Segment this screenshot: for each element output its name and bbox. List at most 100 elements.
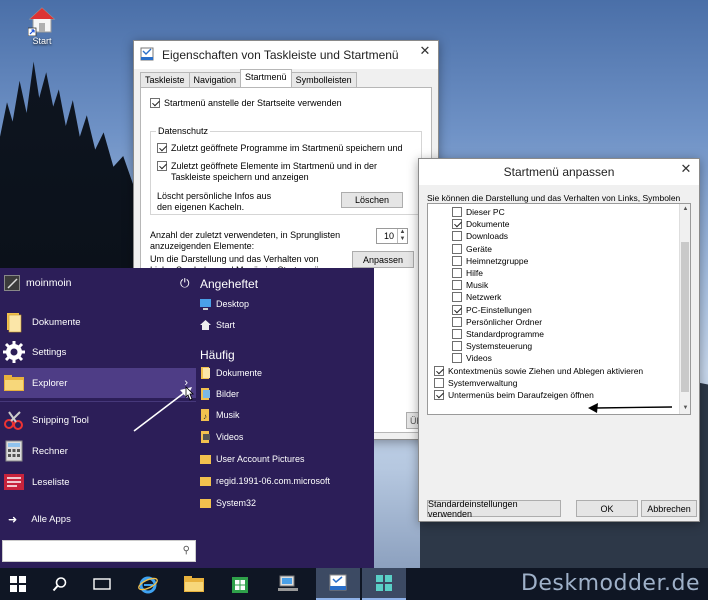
- app-icon: [140, 47, 154, 64]
- user-account[interactable]: moinmoin: [4, 275, 72, 291]
- customize-button[interactable]: Anpassen: [352, 251, 414, 268]
- mouse-cursor-icon: [185, 386, 194, 401]
- taskbar-properties-button[interactable]: [316, 568, 360, 600]
- frequent-item-bilder[interactable]: Bilder: [200, 387, 239, 401]
- scroll-up-icon[interactable]: ▲: [680, 204, 690, 215]
- option-item[interactable]: Geräte: [452, 243, 492, 255]
- cancel-button[interactable]: Abbrechen: [641, 500, 697, 517]
- pinned-item-start[interactable]: Start: [200, 318, 235, 332]
- tab-navigation[interactable]: Navigation: [188, 72, 242, 87]
- start-button[interactable]: [0, 568, 36, 600]
- taskbar-ie-button[interactable]: [130, 568, 166, 600]
- close-icon: ✕: [680, 161, 692, 176]
- scroll-down-icon[interactable]: ▼: [680, 403, 690, 414]
- recent-items-checkbox[interactable]: [157, 161, 167, 171]
- jumplist-text: Anzahl der zuletzt verwendeten, in Sprun…: [150, 230, 364, 252]
- option-item[interactable]: Standardprogramme: [452, 328, 544, 340]
- taskbar-store-button[interactable]: [222, 568, 258, 600]
- option-item[interactable]: Netzwerk: [452, 291, 501, 303]
- frequent-item-videos[interactable]: Videos: [200, 430, 243, 444]
- search-icon[interactable]: ⚲: [183, 545, 190, 556]
- option-item[interactable]: Dokumente: [452, 218, 509, 230]
- close-button[interactable]: ✕: [673, 159, 699, 179]
- option-checkbox[interactable]: [452, 292, 462, 303]
- frequent-item-user-account-pictures[interactable]: User Account Pictures: [200, 452, 305, 466]
- pinned-item-desktop[interactable]: Desktop: [200, 297, 249, 311]
- option-checkbox[interactable]: [452, 219, 462, 230]
- frequent-item-system32[interactable]: System32: [200, 496, 256, 510]
- recent-programs-option[interactable]: Zuletzt geöffnete Programme im Startmenü…: [157, 143, 415, 154]
- start-item-rechner[interactable]: Rechner: [0, 436, 196, 466]
- start-item-leseliste[interactable]: Leseliste: [0, 467, 196, 497]
- taskbar-explorer-button[interactable]: [176, 568, 212, 600]
- option-label: Systemsteuerung: [466, 341, 533, 352]
- privacy-groupbox: Datenschutz Zuletzt geöffnete Programme …: [150, 126, 422, 215]
- option-checkbox[interactable]: [452, 255, 462, 266]
- store-icon: [232, 577, 248, 593]
- option-checkbox[interactable]: [434, 377, 444, 388]
- recent-programs-checkbox[interactable]: [157, 143, 167, 153]
- option-checkbox[interactable]: [452, 353, 462, 364]
- frequent-item-regid[interactable]: regid.1991-06.com.microsoft: [200, 474, 330, 488]
- customize-startmenu-dialog: Startmenü anpassen ✕ Sie können die Dars…: [418, 158, 700, 522]
- folder-icon: [184, 576, 204, 592]
- option-checkbox[interactable]: [452, 316, 462, 327]
- option-item[interactable]: Videos: [452, 352, 492, 364]
- use-startmenu-label: Startmenü anstelle der Startseite verwen…: [164, 98, 342, 108]
- power-icon[interactable]: ⏻: [180, 276, 190, 291]
- option-item[interactable]: Musik: [452, 279, 488, 291]
- option-item[interactable]: Downloads: [452, 230, 508, 242]
- tab-taskleiste[interactable]: Taskleiste: [140, 72, 190, 87]
- option-item[interactable]: Dieser PC: [452, 206, 505, 218]
- taskbar-network-button[interactable]: [270, 568, 306, 600]
- frequent-item-dokumente[interactable]: Dokumente: [200, 366, 262, 380]
- option-item[interactable]: Kontextmenüs sowie Ziehen und Ablegen ak…: [434, 365, 643, 377]
- close-icon: ✕: [419, 43, 431, 58]
- taskbar-search-button[interactable]: [42, 568, 78, 600]
- option-checkbox[interactable]: [452, 280, 462, 291]
- option-item[interactable]: Systemverwaltung: [434, 377, 517, 389]
- dialog-title: Eigenschaften von Taskleiste und Startme…: [162, 48, 399, 62]
- list-scrollbar[interactable]: ▲ ▼: [679, 204, 690, 414]
- option-item[interactable]: PC-Einstellungen: [452, 304, 532, 316]
- task-view-button[interactable]: [84, 568, 120, 600]
- use-startmenu-checkbox[interactable]: [150, 98, 160, 108]
- option-checkbox[interactable]: [434, 365, 444, 376]
- option-item[interactable]: Persönlicher Ordner: [452, 316, 542, 328]
- option-item[interactable]: Untermenüs beim Daraufzeigen öffnen: [434, 389, 594, 401]
- start-item-dokumente[interactable]: Dokumente: [0, 307, 196, 337]
- search-input[interactable]: [3, 541, 195, 561]
- frequent-item-musik[interactable]: ♪ Musik: [200, 408, 240, 422]
- spinner-arrows-icon[interactable]: ▲ ▼: [397, 229, 407, 243]
- option-checkbox[interactable]: [452, 243, 462, 254]
- option-checkbox[interactable]: [452, 268, 462, 278]
- desktop-icon-start[interactable]: Start: [22, 6, 62, 46]
- option-checkbox[interactable]: [452, 341, 462, 352]
- option-item[interactable]: Heimnetzgruppe: [452, 255, 528, 267]
- desktop-wallpaper-trees: [0, 61, 140, 270]
- start-item-label: Leseliste: [32, 476, 70, 488]
- tab-symbolleisten[interactable]: Symbolleisten: [290, 72, 357, 87]
- ok-button[interactable]: OK: [576, 500, 638, 517]
- option-checkbox[interactable]: [452, 207, 462, 217]
- jumplist-spinner[interactable]: 10 ▲ ▼: [376, 228, 408, 244]
- option-item[interactable]: Systemsteuerung: [452, 340, 532, 352]
- start-item-label: Explorer: [32, 377, 68, 389]
- option-checkbox[interactable]: [452, 304, 462, 315]
- tab-startmenue[interactable]: Startmenü: [240, 69, 292, 87]
- close-button[interactable]: ✕: [412, 41, 438, 61]
- option-checkbox[interactable]: [452, 329, 462, 339]
- clear-button[interactable]: Löschen: [341, 192, 403, 208]
- all-apps-button[interactable]: ➜ Alle Apps: [0, 504, 196, 534]
- use-startmenu-option[interactable]: Startmenü anstelle der Startseite verwen…: [150, 98, 342, 109]
- scroll-thumb[interactable]: [681, 242, 689, 392]
- start-search-box[interactable]: ⚲: [2, 540, 196, 562]
- recent-items-option[interactable]: Zuletzt geöffnete Elemente im Startmenü …: [157, 161, 397, 183]
- taskbar-app-button[interactable]: [362, 568, 406, 600]
- start-item-settings[interactable]: Settings: [0, 337, 196, 367]
- option-checkbox[interactable]: [434, 390, 444, 400]
- defaults-button[interactable]: Standardeinstellungen verwenden: [427, 499, 561, 519]
- options-list[interactable]: ▲ ▼ Dieser PC Dokumente Downloads Geräte Hei…: [427, 203, 691, 415]
- option-checkbox[interactable]: [452, 231, 462, 242]
- option-item[interactable]: Hilfe: [452, 267, 483, 279]
